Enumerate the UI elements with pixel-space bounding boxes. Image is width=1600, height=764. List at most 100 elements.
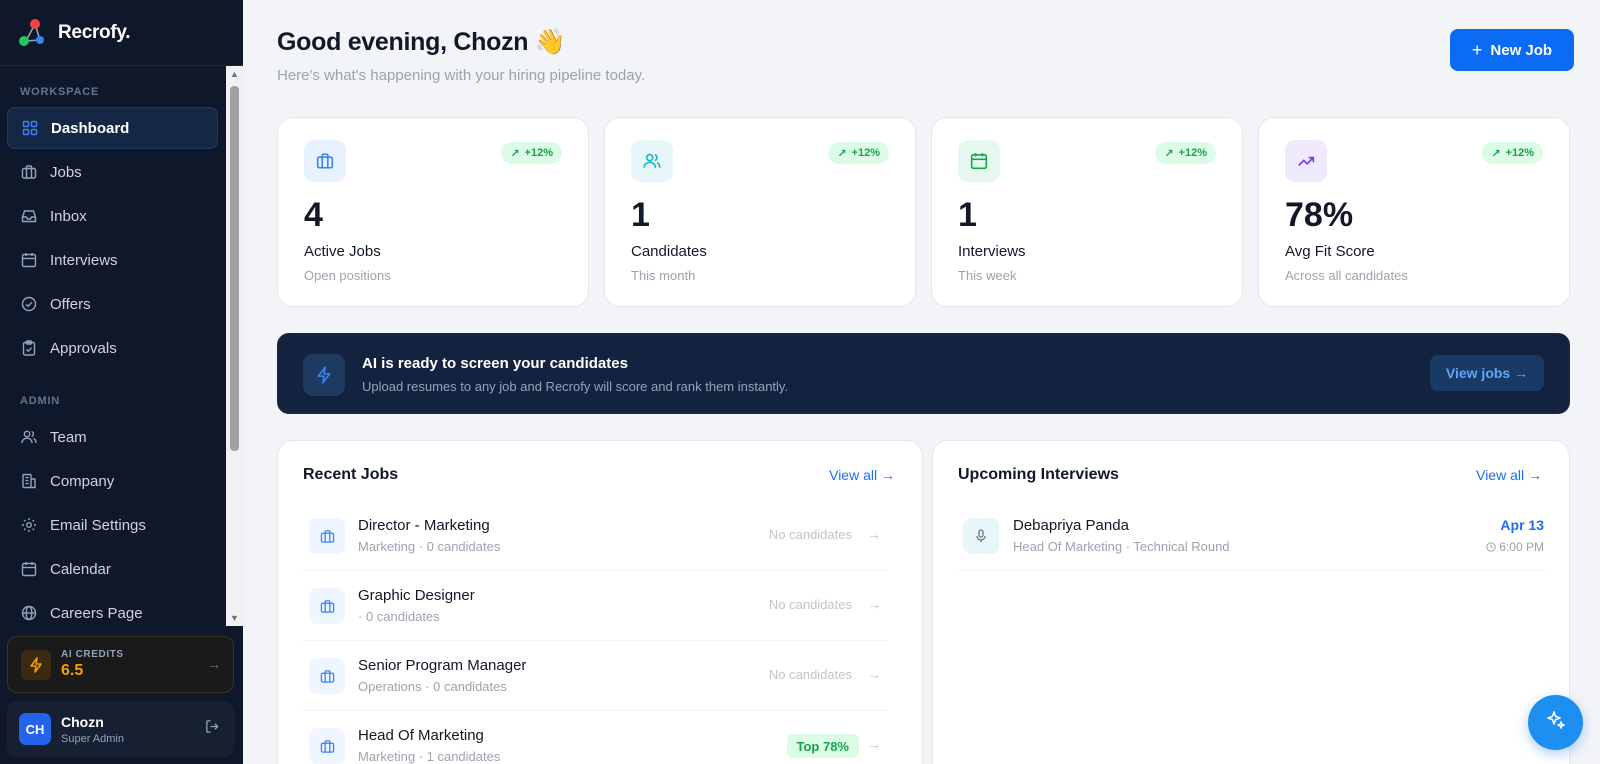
sidebar-item-label: Jobs bbox=[50, 163, 82, 181]
job-row[interactable]: Director - Marketing Marketing · 0 candi… bbox=[303, 501, 887, 571]
ai-screening-banner: AI is ready to screen your candidates Up… bbox=[277, 333, 1570, 414]
trend-arrow-icon: ↗ bbox=[1491, 147, 1501, 160]
calendar-icon bbox=[958, 140, 1000, 182]
briefcase-icon bbox=[309, 518, 345, 554]
sidebar-item-label: Careers Page bbox=[50, 604, 143, 622]
job-row[interactable]: Head Of Marketing Marketing · 1 candidat… bbox=[303, 711, 887, 764]
arrow-right-icon: → bbox=[867, 736, 881, 752]
nav-scroll-area: WORKSPACE Dashboard Jobs Inbox Interview… bbox=[0, 66, 226, 626]
trend-value: +12% bbox=[851, 147, 880, 159]
sidebar-item-label: Dashboard bbox=[51, 119, 130, 137]
brand[interactable]: Recrofy. bbox=[0, 0, 243, 66]
upcoming-interviews-title: Upcoming Interviews bbox=[958, 466, 1119, 483]
job-meta: Operations · 0 candidates bbox=[358, 679, 507, 694]
stat-card-avg-fit-score: ↗ +12% 78% Avg Fit Score Across all candi… bbox=[1258, 117, 1570, 307]
job-title: Senior Program Manager bbox=[358, 657, 527, 674]
stat-label: Interviews bbox=[958, 243, 1026, 260]
trend-badge: ↗ +12% bbox=[1155, 142, 1216, 164]
scrollbar-thumb[interactable] bbox=[230, 86, 239, 451]
sidebar-item-label: Approvals bbox=[50, 339, 117, 357]
sidebar-item-company[interactable]: Company bbox=[7, 460, 218, 502]
view-jobs-button[interactable]: View jobs → bbox=[1430, 355, 1544, 391]
trend-badge: ↗ +12% bbox=[501, 142, 562, 164]
inbox-icon bbox=[20, 207, 38, 225]
sidebar-item-label: Inbox bbox=[50, 207, 87, 225]
sidebar-item-careers-page[interactable]: Careers Page bbox=[7, 592, 218, 626]
stat-label: Avg Fit Score bbox=[1285, 243, 1375, 260]
sidebar-item-dashboard[interactable]: Dashboard bbox=[7, 107, 218, 149]
sidebar-item-inbox[interactable]: Inbox bbox=[7, 195, 218, 237]
sidebar-item-jobs[interactable]: Jobs bbox=[7, 151, 218, 193]
interview-date: Apr 13 bbox=[1500, 517, 1544, 533]
sidebar-item-calendar[interactable]: Calendar bbox=[7, 548, 218, 590]
sidebar-item-team[interactable]: Team bbox=[7, 416, 218, 458]
job-row[interactable]: Graphic Designer · 0 candidates No candi… bbox=[303, 571, 887, 641]
scroll-up-arrow-icon[interactable]: ▲ bbox=[229, 68, 240, 80]
job-meta: Marketing · 0 candidates bbox=[358, 539, 501, 554]
sparkles-icon bbox=[1545, 709, 1567, 736]
sidebar-item-offers[interactable]: Offers bbox=[7, 283, 218, 325]
recent-jobs-view-all-link[interactable]: View all → bbox=[829, 467, 895, 483]
users-icon bbox=[20, 428, 38, 446]
job-row[interactable]: Senior Program Manager Operations · 0 ca… bbox=[303, 641, 887, 711]
stat-value: 1 bbox=[958, 196, 977, 234]
trend-arrow-icon: ↗ bbox=[1164, 147, 1174, 160]
upcoming-interviews-view-all-link[interactable]: View all → bbox=[1476, 467, 1542, 483]
page-subtitle: Here's what's happening with your hiring… bbox=[277, 67, 646, 84]
job-status: No candidates bbox=[768, 597, 852, 612]
sidebar-item-email-settings[interactable]: Email Settings bbox=[7, 504, 218, 546]
job-title: Head Of Marketing bbox=[358, 727, 484, 744]
sidebar-item-label: Calendar bbox=[50, 560, 111, 578]
arrow-right-icon: → bbox=[207, 656, 221, 672]
stat-card-interviews: ↗ +12% 1 Interviews This week bbox=[931, 117, 1243, 307]
recrofy-logo-icon bbox=[18, 18, 44, 48]
new-job-button[interactable]: + New Job bbox=[1450, 29, 1574, 71]
stat-sub: This month bbox=[631, 268, 696, 283]
globe-icon bbox=[20, 604, 38, 622]
trend-badge: ↗ +12% bbox=[828, 142, 889, 164]
user-profile[interactable]: CH Chozn Super Admin bbox=[7, 701, 234, 757]
microphone-icon bbox=[963, 518, 999, 554]
stat-label: Active Jobs bbox=[304, 243, 381, 260]
trending-up-icon bbox=[1285, 140, 1327, 182]
ai-credits-card[interactable]: AI CREDITS 6.5 → bbox=[7, 636, 234, 693]
interview-row[interactable]: Debapriya Panda Head Of Marketing · Tech… bbox=[958, 501, 1546, 571]
sidebar-item-label: Team bbox=[50, 428, 87, 446]
arrow-right-icon: → bbox=[867, 526, 881, 542]
sidebar-scrollbar[interactable]: ▲ ▼ bbox=[226, 66, 243, 626]
sidebar-item-interviews[interactable]: Interviews bbox=[7, 239, 218, 281]
ai-assistant-button[interactable] bbox=[1528, 695, 1583, 750]
user-name: Chozn bbox=[61, 713, 104, 730]
plus-icon: + bbox=[1471, 39, 1483, 60]
stat-sub: This week bbox=[958, 268, 1017, 283]
stat-sub: Open positions bbox=[304, 268, 391, 283]
logout-icon[interactable] bbox=[205, 719, 220, 739]
stat-card-candidates: ↗ +12% 1 Candidates This month bbox=[604, 117, 916, 307]
ai-credits-value: 6.5 bbox=[61, 662, 84, 679]
job-title: Director - Marketing bbox=[358, 517, 490, 534]
recent-jobs-title: Recent Jobs bbox=[303, 466, 399, 483]
banner-subtitle: Upload resumes to any job and Recrofy wi… bbox=[362, 379, 789, 394]
job-status: No candidates bbox=[768, 527, 852, 542]
briefcase-icon bbox=[309, 658, 345, 694]
candidate-name: Debapriya Panda bbox=[1013, 517, 1129, 534]
workspace-section-label: WORKSPACE bbox=[20, 86, 100, 98]
top-score-badge: Top 78% bbox=[786, 734, 859, 758]
trend-value: +12% bbox=[1505, 147, 1534, 159]
lightning-icon bbox=[21, 649, 51, 680]
sidebar-item-approvals[interactable]: Approvals bbox=[7, 327, 218, 369]
trend-value: +12% bbox=[524, 147, 553, 159]
trend-badge: ↗ +12% bbox=[1482, 142, 1543, 164]
banner-title: AI is ready to screen your candidates bbox=[362, 355, 628, 372]
briefcase-icon bbox=[20, 163, 38, 181]
upcoming-interviews-panel: Upcoming Interviews View all → Debapriya… bbox=[932, 440, 1570, 764]
scroll-down-arrow-icon[interactable]: ▼ bbox=[229, 612, 240, 624]
job-meta: Marketing · 1 candidates bbox=[358, 749, 501, 764]
lightning-icon bbox=[303, 354, 345, 396]
job-title: Graphic Designer bbox=[358, 587, 475, 604]
sidebar-item-label: Email Settings bbox=[50, 516, 146, 534]
stat-sub: Across all candidates bbox=[1285, 268, 1408, 283]
new-job-label: New Job bbox=[1490, 41, 1553, 59]
gear-icon bbox=[20, 516, 38, 534]
trend-arrow-icon: ↗ bbox=[510, 147, 520, 160]
